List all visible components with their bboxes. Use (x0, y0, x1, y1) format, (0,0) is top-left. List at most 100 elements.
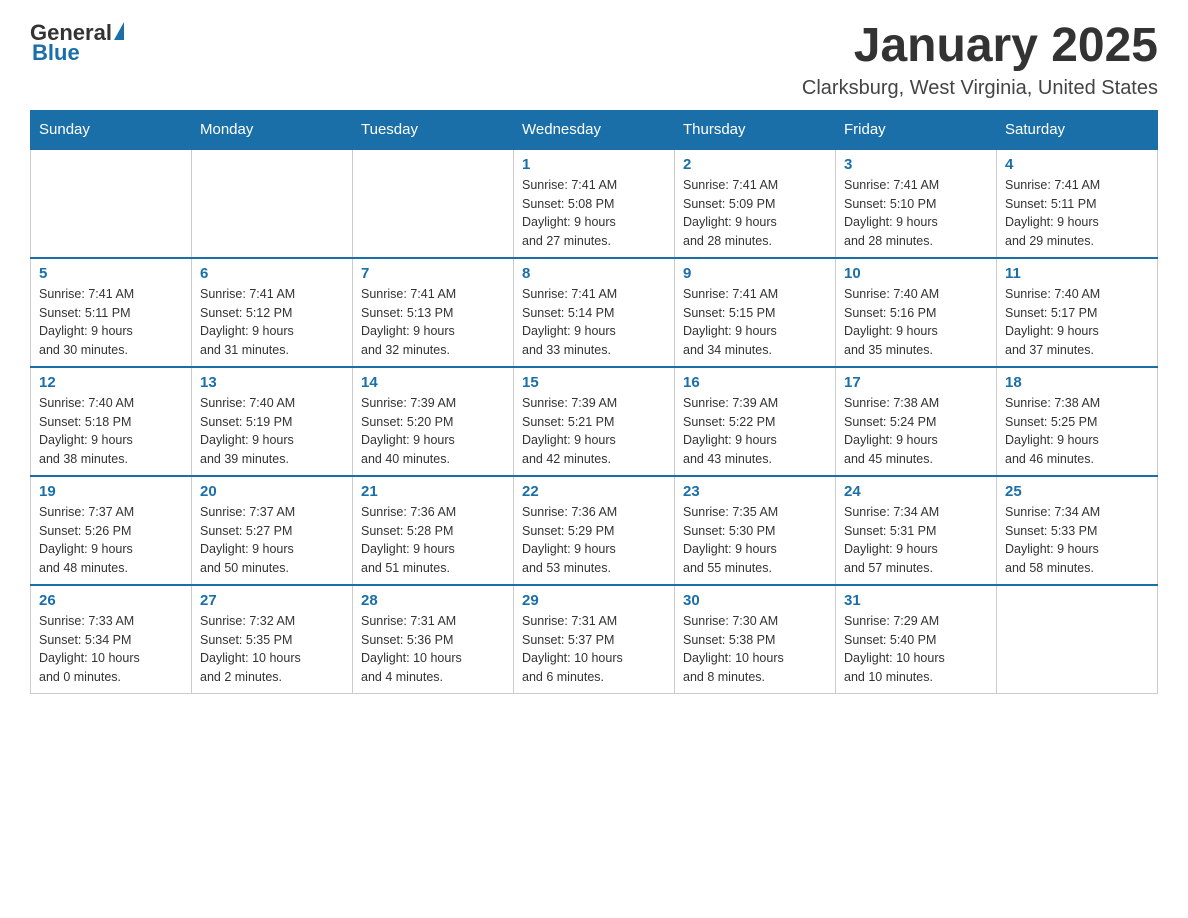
calendar-cell: 5Sunrise: 7:41 AMSunset: 5:11 PMDaylight… (31, 258, 192, 367)
month-title: January 2025 (802, 20, 1158, 73)
day-info: Sunrise: 7:34 AMSunset: 5:33 PMDaylight:… (1005, 503, 1149, 578)
calendar-cell: 2 Sunrise: 7:41 AMSunset: 5:09 PMDaylight… (675, 149, 836, 258)
calendar-cell: 8 Sunrise: 7:41 AMSunset: 5:14 PMDaylight… (514, 258, 675, 367)
day-number: 7 (361, 265, 505, 282)
calendar-cell: 20 Sunrise: 7:37 AMSunset: 5:27 PMDayligh… (192, 476, 353, 585)
day-info: Sunrise: 7:41 AMSunset: 5:12 PMDaylight:… (200, 285, 344, 360)
calendar-cell: 3 Sunrise: 7:41 AMSunset: 5:10 PMDaylight… (836, 149, 997, 258)
calendar-cell: 1 Sunrise: 7:41 AMSunset: 5:08 PMDaylight… (514, 149, 675, 258)
calendar-cell: 14 Sunrise: 7:39 AMSunset: 5:20 PMDayligh… (353, 367, 514, 476)
header-sunday: Sunday (31, 110, 192, 149)
calendar-cell: 28 Sunrise: 7:31 AMSunset: 5:36 PMDayligh… (353, 585, 514, 694)
logo-triangle-icon (114, 22, 124, 40)
calendar-week-row-2: 5Sunrise: 7:41 AMSunset: 5:11 PMDaylight… (31, 258, 1158, 367)
location-title: Clarksburg, West Virginia, United States (802, 77, 1158, 100)
calendar-cell (997, 585, 1158, 694)
title-area: January 2025 Clarksburg, West Virginia, … (802, 20, 1158, 100)
calendar-week-row-3: 12 Sunrise: 7:40 AMSunset: 5:18 PMDayligh… (31, 367, 1158, 476)
calendar-week-row-1: 1 Sunrise: 7:41 AMSunset: 5:08 PMDaylight… (31, 149, 1158, 258)
day-info: Sunrise: 7:31 AMSunset: 5:37 PMDaylight:… (522, 612, 666, 687)
calendar-cell: 4Sunrise: 7:41 AMSunset: 5:11 PMDaylight… (997, 149, 1158, 258)
day-info: Sunrise: 7:31 AMSunset: 5:36 PMDaylight:… (361, 612, 505, 687)
calendar-cell: 26Sunrise: 7:33 AMSunset: 5:34 PMDayligh… (31, 585, 192, 694)
calendar-cell: 25 Sunrise: 7:34 AMSunset: 5:33 PMDayligh… (997, 476, 1158, 585)
day-number: 20 (200, 483, 344, 500)
day-info: Sunrise: 7:32 AMSunset: 5:35 PMDaylight:… (200, 612, 344, 687)
calendar-cell: 15Sunrise: 7:39 AMSunset: 5:21 PMDayligh… (514, 367, 675, 476)
day-number: 11 (1005, 265, 1149, 282)
day-info: Sunrise: 7:41 AMSunset: 5:08 PMDaylight:… (522, 176, 666, 251)
page-header: General Blue January 2025 Clarksburg, We… (30, 20, 1158, 100)
calendar-cell: 19 Sunrise: 7:37 AMSunset: 5:26 PMDayligh… (31, 476, 192, 585)
calendar-cell: 13Sunrise: 7:40 AMSunset: 5:19 PMDayligh… (192, 367, 353, 476)
calendar-cell: 31 Sunrise: 7:29 AMSunset: 5:40 PMDayligh… (836, 585, 997, 694)
calendar-cell: 10 Sunrise: 7:40 AMSunset: 5:16 PMDayligh… (836, 258, 997, 367)
day-info: Sunrise: 7:41 AMSunset: 5:14 PMDaylight:… (522, 285, 666, 360)
calendar-cell: 30 Sunrise: 7:30 AMSunset: 5:38 PMDayligh… (675, 585, 836, 694)
calendar-cell: 11 Sunrise: 7:40 AMSunset: 5:17 PMDayligh… (997, 258, 1158, 367)
day-number: 5 (39, 265, 183, 282)
calendar-cell: 18 Sunrise: 7:38 AMSunset: 5:25 PMDayligh… (997, 367, 1158, 476)
day-info: Sunrise: 7:36 AMSunset: 5:29 PMDaylight:… (522, 503, 666, 578)
day-number: 28 (361, 592, 505, 609)
day-info: Sunrise: 7:29 AMSunset: 5:40 PMDaylight:… (844, 612, 988, 687)
day-number: 8 (522, 265, 666, 282)
day-info: Sunrise: 7:38 AMSunset: 5:24 PMDaylight:… (844, 394, 988, 469)
calendar-cell: 27 Sunrise: 7:32 AMSunset: 5:35 PMDayligh… (192, 585, 353, 694)
day-info: Sunrise: 7:37 AMSunset: 5:27 PMDaylight:… (200, 503, 344, 578)
day-number: 17 (844, 374, 988, 391)
calendar-cell: 21 Sunrise: 7:36 AMSunset: 5:28 PMDayligh… (353, 476, 514, 585)
day-info: Sunrise: 7:39 AMSunset: 5:21 PMDaylight:… (522, 394, 666, 469)
logo: General Blue (30, 20, 126, 64)
day-info: Sunrise: 7:41 AMSunset: 5:13 PMDaylight:… (361, 285, 505, 360)
calendar-cell (31, 149, 192, 258)
calendar-table: Sunday Monday Tuesday Wednesday Thursday… (30, 110, 1158, 694)
day-info: Sunrise: 7:41 AMSunset: 5:09 PMDaylight:… (683, 176, 827, 251)
day-number: 1 (522, 156, 666, 173)
day-info: Sunrise: 7:40 AMSunset: 5:16 PMDaylight:… (844, 285, 988, 360)
day-info: Sunrise: 7:40 AMSunset: 5:17 PMDaylight:… (1005, 285, 1149, 360)
header-monday: Monday (192, 110, 353, 149)
calendar-cell: 7 Sunrise: 7:41 AMSunset: 5:13 PMDaylight… (353, 258, 514, 367)
calendar-cell: 17 Sunrise: 7:38 AMSunset: 5:24 PMDayligh… (836, 367, 997, 476)
day-number: 27 (200, 592, 344, 609)
day-number: 22 (522, 483, 666, 500)
day-info: Sunrise: 7:41 AMSunset: 5:10 PMDaylight:… (844, 176, 988, 251)
day-number: 18 (1005, 374, 1149, 391)
day-number: 25 (1005, 483, 1149, 500)
day-info: Sunrise: 7:34 AMSunset: 5:31 PMDaylight:… (844, 503, 988, 578)
day-number: 9 (683, 265, 827, 282)
calendar-cell: 16 Sunrise: 7:39 AMSunset: 5:22 PMDayligh… (675, 367, 836, 476)
day-info: Sunrise: 7:30 AMSunset: 5:38 PMDaylight:… (683, 612, 827, 687)
day-info: Sunrise: 7:37 AMSunset: 5:26 PMDaylight:… (39, 503, 183, 578)
day-number: 6 (200, 265, 344, 282)
calendar-cell: 6 Sunrise: 7:41 AMSunset: 5:12 PMDaylight… (192, 258, 353, 367)
day-info: Sunrise: 7:40 AMSunset: 5:19 PMDaylight:… (200, 394, 344, 469)
header-saturday: Saturday (997, 110, 1158, 149)
day-info: Sunrise: 7:41 AMSunset: 5:15 PMDaylight:… (683, 285, 827, 360)
day-number: 10 (844, 265, 988, 282)
header-friday: Friday (836, 110, 997, 149)
logo-blue-text: Blue (30, 42, 80, 64)
day-info: Sunrise: 7:40 AMSunset: 5:18 PMDaylight:… (39, 394, 183, 469)
day-number: 31 (844, 592, 988, 609)
day-info: Sunrise: 7:33 AMSunset: 5:34 PMDaylight:… (39, 612, 183, 687)
day-number: 3 (844, 156, 988, 173)
day-number: 30 (683, 592, 827, 609)
day-number: 21 (361, 483, 505, 500)
day-number: 14 (361, 374, 505, 391)
calendar-week-row-5: 26Sunrise: 7:33 AMSunset: 5:34 PMDayligh… (31, 585, 1158, 694)
day-number: 16 (683, 374, 827, 391)
calendar-week-row-4: 19 Sunrise: 7:37 AMSunset: 5:26 PMDayligh… (31, 476, 1158, 585)
day-info: Sunrise: 7:36 AMSunset: 5:28 PMDaylight:… (361, 503, 505, 578)
day-info: Sunrise: 7:39 AMSunset: 5:22 PMDaylight:… (683, 394, 827, 469)
day-number: 12 (39, 374, 183, 391)
day-info: Sunrise: 7:35 AMSunset: 5:30 PMDaylight:… (683, 503, 827, 578)
day-info: Sunrise: 7:39 AMSunset: 5:20 PMDaylight:… (361, 394, 505, 469)
calendar-header-row: Sunday Monday Tuesday Wednesday Thursday… (31, 110, 1158, 149)
day-info: Sunrise: 7:38 AMSunset: 5:25 PMDaylight:… (1005, 394, 1149, 469)
day-number: 19 (39, 483, 183, 500)
header-wednesday: Wednesday (514, 110, 675, 149)
header-tuesday: Tuesday (353, 110, 514, 149)
day-number: 2 (683, 156, 827, 173)
